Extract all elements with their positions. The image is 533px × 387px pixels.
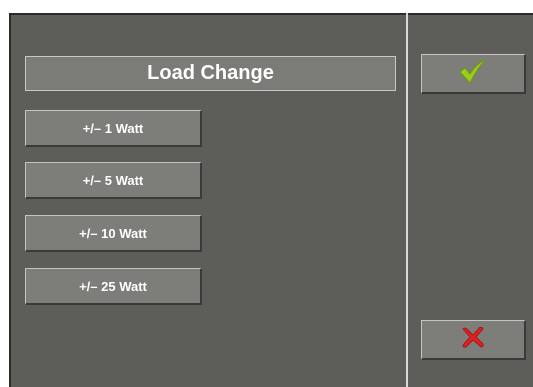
cross-icon — [460, 325, 486, 354]
cancel-button[interactable] — [421, 320, 526, 360]
option-1-watt-button[interactable]: +/– 1 Watt — [25, 110, 202, 147]
option-10-watt-button[interactable]: +/– 10 Watt — [25, 215, 202, 252]
option-5-watt-button[interactable]: +/– 5 Watt — [25, 162, 202, 199]
option-label: +/– 25 Watt — [79, 278, 147, 294]
option-label: +/– 10 Watt — [79, 225, 147, 241]
checkmark-icon — [457, 57, 489, 90]
page-title: Load Change — [25, 56, 396, 91]
option-label: +/– 5 Watt — [82, 172, 144, 188]
option-label: +/– 1 Watt — [82, 120, 144, 136]
panel-divider — [406, 13, 408, 387]
page-title-text: Load Change — [147, 62, 274, 84]
app-frame: Load Change +/– 1 Watt +/– 5 Watt +/– 10… — [0, 0, 533, 387]
option-25-watt-button[interactable]: +/– 25 Watt — [25, 268, 202, 305]
confirm-button[interactable] — [421, 54, 526, 94]
